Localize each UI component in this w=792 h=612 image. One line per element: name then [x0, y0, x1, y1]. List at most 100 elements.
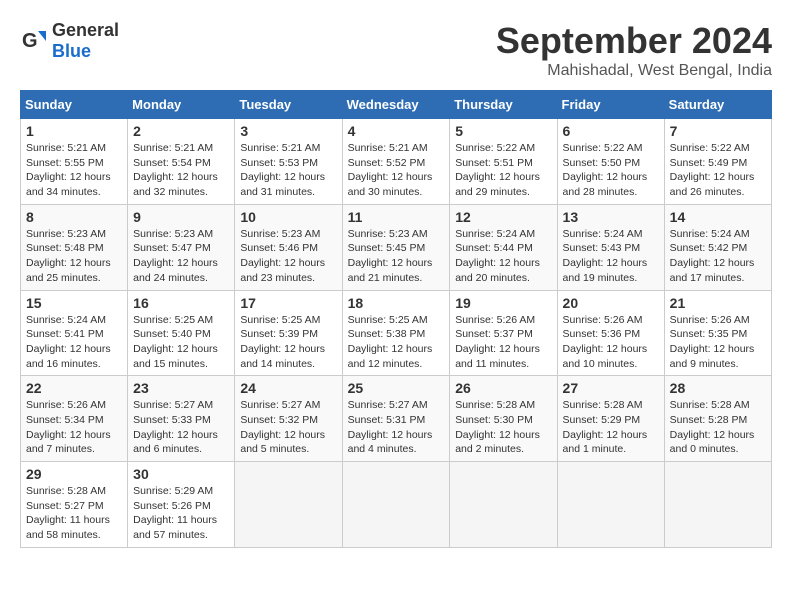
day-number: 28	[670, 380, 766, 396]
day-number: 17	[240, 295, 336, 311]
col-header-tuesday: Tuesday	[235, 91, 342, 119]
day-info: Sunrise: 5:27 AMSunset: 5:33 PMDaylight:…	[133, 398, 229, 457]
day-info: Sunrise: 5:25 AMSunset: 5:38 PMDaylight:…	[348, 313, 445, 372]
calendar-cell: 28 Sunrise: 5:28 AMSunset: 5:28 PMDaylig…	[664, 376, 771, 462]
day-number: 18	[348, 295, 445, 311]
day-info: Sunrise: 5:27 AMSunset: 5:31 PMDaylight:…	[348, 398, 445, 457]
day-info: Sunrise: 5:26 AMSunset: 5:34 PMDaylight:…	[26, 398, 122, 457]
calendar-cell: 29 Sunrise: 5:28 AMSunset: 5:27 PMDaylig…	[21, 462, 128, 548]
calendar-cell: 18 Sunrise: 5:25 AMSunset: 5:38 PMDaylig…	[342, 290, 450, 376]
calendar-cell: 17 Sunrise: 5:25 AMSunset: 5:39 PMDaylig…	[235, 290, 342, 376]
calendar-table: SundayMondayTuesdayWednesdayThursdayFrid…	[20, 90, 772, 548]
calendar-cell	[235, 462, 342, 548]
calendar-row-3: 15 Sunrise: 5:24 AMSunset: 5:41 PMDaylig…	[21, 290, 772, 376]
calendar-cell: 1 Sunrise: 5:21 AMSunset: 5:55 PMDayligh…	[21, 119, 128, 205]
day-number: 19	[455, 295, 551, 311]
day-info: Sunrise: 5:29 AMSunset: 5:26 PMDaylight:…	[133, 484, 229, 543]
day-number: 9	[133, 209, 229, 225]
day-number: 20	[563, 295, 659, 311]
day-info: Sunrise: 5:21 AMSunset: 5:53 PMDaylight:…	[240, 141, 336, 200]
logo-wordmark: General Blue	[52, 20, 119, 62]
calendar-cell	[450, 462, 557, 548]
day-number: 8	[26, 209, 122, 225]
day-number: 2	[133, 123, 229, 139]
calendar-cell: 27 Sunrise: 5:28 AMSunset: 5:29 PMDaylig…	[557, 376, 664, 462]
day-info: Sunrise: 5:24 AMSunset: 5:41 PMDaylight:…	[26, 313, 122, 372]
day-number: 11	[348, 209, 445, 225]
day-info: Sunrise: 5:21 AMSunset: 5:52 PMDaylight:…	[348, 141, 445, 200]
calendar-cell: 14 Sunrise: 5:24 AMSunset: 5:42 PMDaylig…	[664, 204, 771, 290]
calendar-cell: 20 Sunrise: 5:26 AMSunset: 5:36 PMDaylig…	[557, 290, 664, 376]
calendar-cell	[664, 462, 771, 548]
day-info: Sunrise: 5:24 AMSunset: 5:44 PMDaylight:…	[455, 227, 551, 286]
calendar-cell: 12 Sunrise: 5:24 AMSunset: 5:44 PMDaylig…	[450, 204, 557, 290]
col-header-saturday: Saturday	[664, 91, 771, 119]
day-number: 6	[563, 123, 659, 139]
day-info: Sunrise: 5:21 AMSunset: 5:55 PMDaylight:…	[26, 141, 122, 200]
day-number: 30	[133, 466, 229, 482]
day-number: 22	[26, 380, 122, 396]
col-header-friday: Friday	[557, 91, 664, 119]
day-number: 14	[670, 209, 766, 225]
day-number: 1	[26, 123, 122, 139]
col-header-monday: Monday	[128, 91, 235, 119]
calendar-cell: 13 Sunrise: 5:24 AMSunset: 5:43 PMDaylig…	[557, 204, 664, 290]
day-number: 10	[240, 209, 336, 225]
day-info: Sunrise: 5:23 AMSunset: 5:48 PMDaylight:…	[26, 227, 122, 286]
calendar-cell: 7 Sunrise: 5:22 AMSunset: 5:49 PMDayligh…	[664, 119, 771, 205]
day-info: Sunrise: 5:21 AMSunset: 5:54 PMDaylight:…	[133, 141, 229, 200]
calendar-cell	[557, 462, 664, 548]
day-info: Sunrise: 5:26 AMSunset: 5:35 PMDaylight:…	[670, 313, 766, 372]
calendar-cell: 5 Sunrise: 5:22 AMSunset: 5:51 PMDayligh…	[450, 119, 557, 205]
calendar-cell: 6 Sunrise: 5:22 AMSunset: 5:50 PMDayligh…	[557, 119, 664, 205]
calendar-header-row: SundayMondayTuesdayWednesdayThursdayFrid…	[21, 91, 772, 119]
logo-icon: G	[20, 27, 48, 55]
col-header-thursday: Thursday	[450, 91, 557, 119]
day-info: Sunrise: 5:28 AMSunset: 5:30 PMDaylight:…	[455, 398, 551, 457]
calendar-cell: 21 Sunrise: 5:26 AMSunset: 5:35 PMDaylig…	[664, 290, 771, 376]
day-number: 21	[670, 295, 766, 311]
day-info: Sunrise: 5:24 AMSunset: 5:42 PMDaylight:…	[670, 227, 766, 286]
calendar-cell: 24 Sunrise: 5:27 AMSunset: 5:32 PMDaylig…	[235, 376, 342, 462]
location-title: Mahishadal, West Bengal, India	[496, 62, 772, 80]
calendar-cell: 3 Sunrise: 5:21 AMSunset: 5:53 PMDayligh…	[235, 119, 342, 205]
day-info: Sunrise: 5:24 AMSunset: 5:43 PMDaylight:…	[563, 227, 659, 286]
calendar-cell: 30 Sunrise: 5:29 AMSunset: 5:26 PMDaylig…	[128, 462, 235, 548]
day-number: 25	[348, 380, 445, 396]
calendar-row-1: 1 Sunrise: 5:21 AMSunset: 5:55 PMDayligh…	[21, 119, 772, 205]
day-number: 13	[563, 209, 659, 225]
page-header: G General Blue September 2024 Mahishadal…	[20, 20, 772, 80]
calendar-row-2: 8 Sunrise: 5:23 AMSunset: 5:48 PMDayligh…	[21, 204, 772, 290]
day-info: Sunrise: 5:28 AMSunset: 5:28 PMDaylight:…	[670, 398, 766, 457]
day-info: Sunrise: 5:23 AMSunset: 5:46 PMDaylight:…	[240, 227, 336, 286]
day-number: 26	[455, 380, 551, 396]
day-info: Sunrise: 5:23 AMSunset: 5:45 PMDaylight:…	[348, 227, 445, 286]
calendar-row-5: 29 Sunrise: 5:28 AMSunset: 5:27 PMDaylig…	[21, 462, 772, 548]
day-info: Sunrise: 5:26 AMSunset: 5:36 PMDaylight:…	[563, 313, 659, 372]
logo-blue: Blue	[52, 41, 91, 61]
calendar-cell	[342, 462, 450, 548]
calendar-cell: 23 Sunrise: 5:27 AMSunset: 5:33 PMDaylig…	[128, 376, 235, 462]
logo-general: General	[52, 20, 119, 40]
day-number: 15	[26, 295, 122, 311]
day-info: Sunrise: 5:27 AMSunset: 5:32 PMDaylight:…	[240, 398, 336, 457]
calendar-cell: 16 Sunrise: 5:25 AMSunset: 5:40 PMDaylig…	[128, 290, 235, 376]
day-info: Sunrise: 5:25 AMSunset: 5:39 PMDaylight:…	[240, 313, 336, 372]
calendar-cell: 19 Sunrise: 5:26 AMSunset: 5:37 PMDaylig…	[450, 290, 557, 376]
day-number: 12	[455, 209, 551, 225]
day-info: Sunrise: 5:28 AMSunset: 5:27 PMDaylight:…	[26, 484, 122, 543]
day-info: Sunrise: 5:28 AMSunset: 5:29 PMDaylight:…	[563, 398, 659, 457]
day-number: 24	[240, 380, 336, 396]
calendar-cell: 22 Sunrise: 5:26 AMSunset: 5:34 PMDaylig…	[21, 376, 128, 462]
svg-text:G: G	[22, 30, 38, 52]
calendar-cell: 9 Sunrise: 5:23 AMSunset: 5:47 PMDayligh…	[128, 204, 235, 290]
col-header-wednesday: Wednesday	[342, 91, 450, 119]
calendar-cell: 25 Sunrise: 5:27 AMSunset: 5:31 PMDaylig…	[342, 376, 450, 462]
month-title: September 2024	[496, 20, 772, 62]
calendar-cell: 26 Sunrise: 5:28 AMSunset: 5:30 PMDaylig…	[450, 376, 557, 462]
calendar-cell: 10 Sunrise: 5:23 AMSunset: 5:46 PMDaylig…	[235, 204, 342, 290]
day-number: 29	[26, 466, 122, 482]
day-info: Sunrise: 5:25 AMSunset: 5:40 PMDaylight:…	[133, 313, 229, 372]
day-number: 16	[133, 295, 229, 311]
calendar-cell: 11 Sunrise: 5:23 AMSunset: 5:45 PMDaylig…	[342, 204, 450, 290]
